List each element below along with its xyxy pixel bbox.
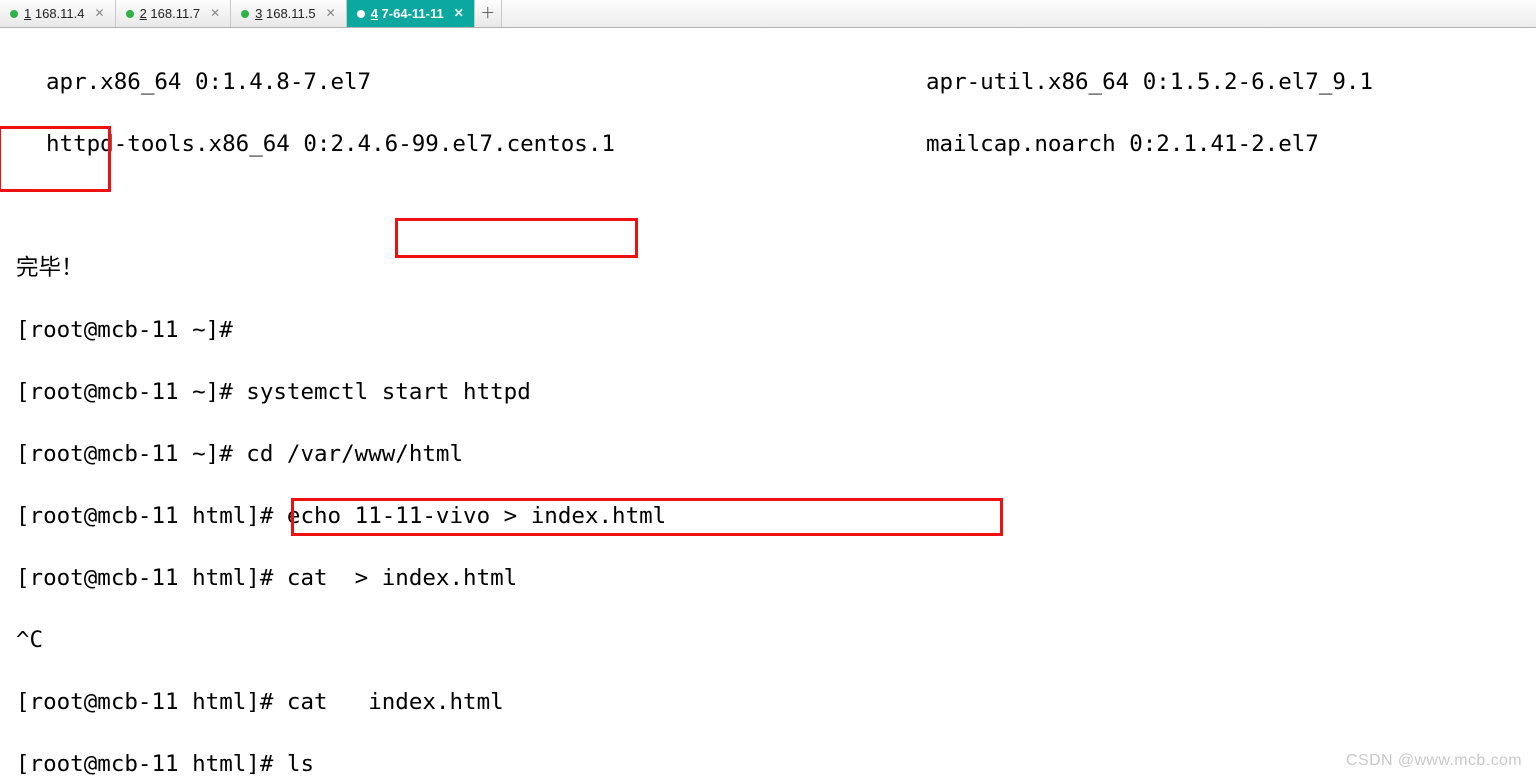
tab-number: 1 xyxy=(24,6,31,21)
tab-number: 3 xyxy=(255,6,262,21)
terminal-output[interactable]: apr.x86_64 0:1.4.8-7.el7 apr-util.x86_64 … xyxy=(0,28,1536,782)
prompt-line: [root@mcb-11 ~]# cd /var/www/html xyxy=(16,441,463,467)
prompt-line: [root@mcb-11 html]# cat index.html xyxy=(16,689,504,715)
watermark: CSDN @www.mcb.com xyxy=(1346,745,1522,776)
pkg-line: httpd-tools.x86_64 0:2.4.6-99.el7.centos… xyxy=(46,131,615,157)
tab-1[interactable]: 1 168.11.4 ✕ xyxy=(0,0,116,27)
pkg-line: apr-util.x86_64 0:1.5.2-6.el7_9.1 xyxy=(926,67,1373,98)
new-tab-button[interactable]: ＋ xyxy=(475,0,502,27)
cmd-start-httpd: start httpd xyxy=(368,379,531,405)
output-line: ^C xyxy=(16,627,43,653)
done-text: 完毕！ xyxy=(16,255,84,281)
prompt-line: [root@mcb-11 ~]# xyxy=(16,317,246,343)
prompt-line: [root@mcb-11 html]# cat > index.html xyxy=(16,565,517,591)
tab-bar: 1 168.11.4 ✕ 2 168.11.7 ✕ 3 168.11.5 ✕ 4 7-… xyxy=(0,0,1536,28)
close-icon[interactable]: ✕ xyxy=(454,0,464,29)
status-dot-icon xyxy=(241,10,249,18)
pkg-line: apr.x86_64 0:1.4.8-7.el7 xyxy=(46,69,371,95)
tab-number: 2 xyxy=(140,6,147,21)
status-dot-icon xyxy=(10,10,18,18)
prompt-line: [root@mcb-11 ~]# systemctl xyxy=(16,379,368,405)
prompt-line: [root@mcb-11 html]# echo 11-11-vivo > in… xyxy=(16,503,666,529)
close-icon[interactable]: ✕ xyxy=(95,0,105,29)
tab-4-active[interactable]: 4 7-64-11-11 ✕ xyxy=(347,0,475,27)
tab-label: 7-64-11-11 xyxy=(382,6,444,21)
close-icon[interactable]: ✕ xyxy=(326,0,336,29)
pkg-line: mailcap.noarch 0:2.1.41-2.el7 xyxy=(926,129,1319,160)
tab-2[interactable]: 2 168.11.7 ✕ xyxy=(116,0,232,27)
tab-3[interactable]: 3 168.11.5 ✕ xyxy=(231,0,347,27)
tab-label: 168.11.7 xyxy=(150,6,200,21)
prompt-line: [root@mcb-11 html]# ls xyxy=(16,751,314,777)
close-icon[interactable]: ✕ xyxy=(210,0,220,29)
status-dot-icon xyxy=(126,10,134,18)
tab-number: 4 xyxy=(371,6,378,21)
tab-label: 168.11.4 xyxy=(35,6,85,21)
status-dot-icon xyxy=(357,10,365,18)
highlight-box-start-httpd xyxy=(395,218,638,258)
tab-label: 168.11.5 xyxy=(266,6,316,21)
